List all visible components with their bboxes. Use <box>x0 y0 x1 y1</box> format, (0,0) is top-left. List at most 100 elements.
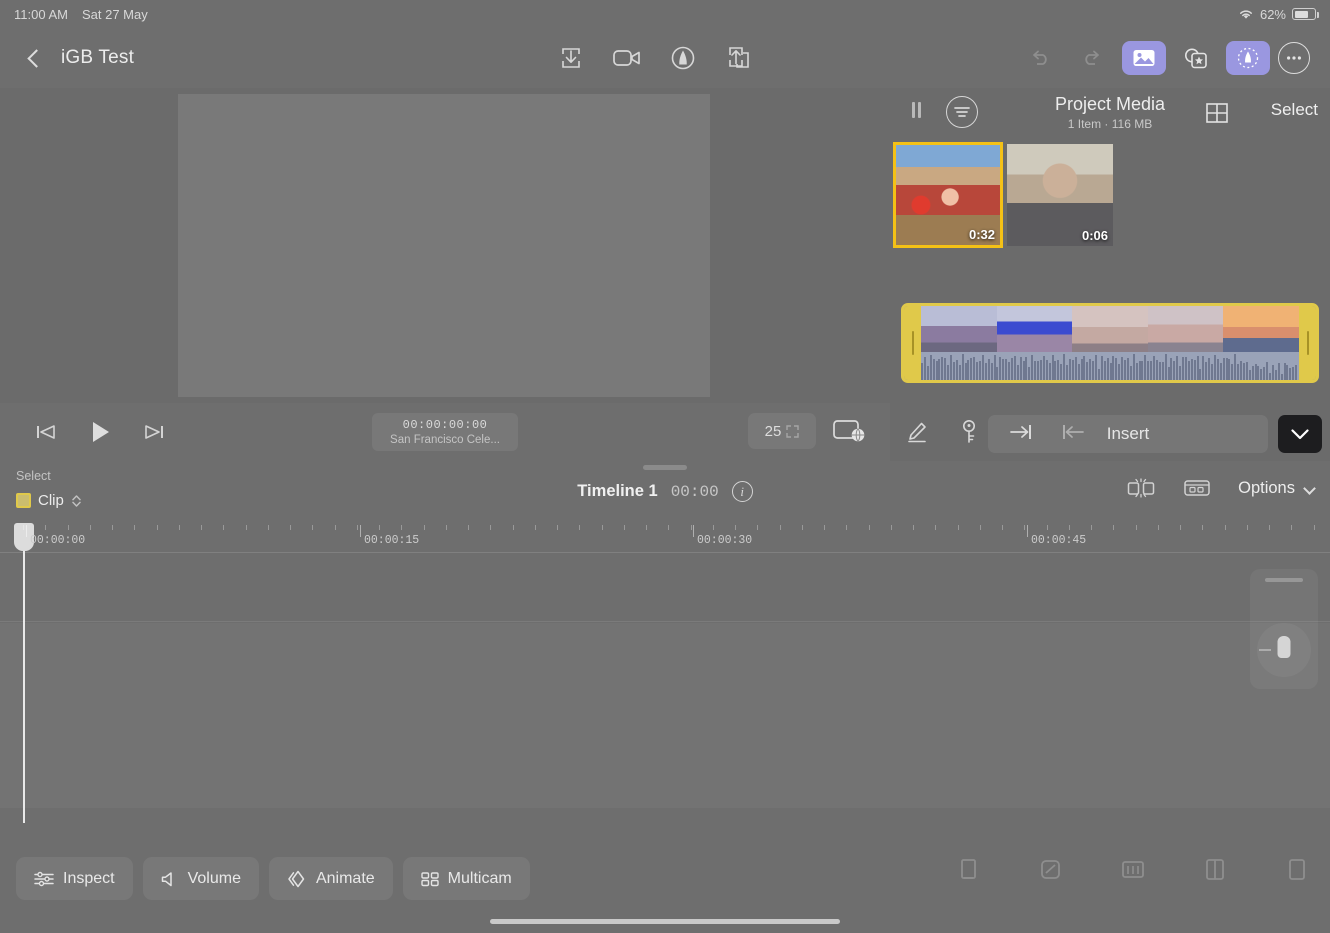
info-circle-icon[interactable]: i <box>731 481 753 502</box>
color-wheel-icon[interactable] <box>1038 857 1064 883</box>
battery-icon <box>1292 8 1319 20</box>
status-bar-right: 62% <box>1238 7 1319 22</box>
waveform-bar <box>1271 364 1274 380</box>
final-cut-pro-ipad-window: 11:00 AM Sat 27 May 62% iGB Test 00:00:0… <box>0 0 1330 933</box>
crop-icon[interactable] <box>956 857 982 883</box>
waveform-bar <box>1274 369 1277 380</box>
animate-button[interactable]: Animate <box>268 857 393 900</box>
clip-trim-handle-left[interactable] <box>904 306 921 380</box>
waveform-bar <box>1071 359 1074 380</box>
drag-handle-icon[interactable] <box>1265 578 1303 582</box>
media-panel-subtitle: 1 Item · 116 MB <box>1067 117 1153 131</box>
edit-pencil-icon[interactable] <box>902 417 932 447</box>
compound-clip-icon[interactable] <box>1182 477 1212 499</box>
ruler-tick <box>824 525 825 530</box>
media-select-button[interactable]: Select <box>1271 100 1318 120</box>
timeline-lane-main[interactable] <box>0 623 1330 808</box>
waveform-bar <box>1005 358 1008 380</box>
ruler-tick <box>68 525 69 530</box>
play-icon[interactable] <box>86 418 114 446</box>
grid-view-icon[interactable] <box>1204 100 1230 126</box>
ruler-tick <box>1113 525 1114 530</box>
options-button[interactable]: Options <box>1238 479 1316 498</box>
keyframe-key-icon[interactable] <box>954 417 984 447</box>
titles-icon[interactable] <box>1120 857 1146 883</box>
display-options-icon[interactable] <box>830 415 868 445</box>
zoom-fit-icon[interactable] <box>786 424 800 438</box>
status-time: 11:00 AM <box>14 6 68 22</box>
volume-button[interactable]: Volume <box>142 857 259 900</box>
waveform-bar <box>932 359 935 380</box>
ruler-tick <box>802 525 803 530</box>
waveform-bar <box>1121 356 1124 380</box>
voiceover-icon[interactable] <box>667 42 699 74</box>
waveform-bar <box>1242 362 1245 380</box>
floating-tool-panel[interactable] <box>1250 569 1318 689</box>
ruler-tick <box>1291 525 1292 530</box>
waveform-bar <box>1060 364 1063 380</box>
ruler-tick <box>157 525 158 530</box>
waveform-bar <box>1144 355 1147 380</box>
waveform-bar <box>1068 359 1071 380</box>
project-back-group[interactable]: iGB Test <box>0 47 134 69</box>
waveform-bar <box>1193 359 1196 380</box>
media-thumb-person[interactable]: 0:06 <box>1007 144 1113 246</box>
bottom-toolbar: Inspect Volume Animate Multicam <box>0 845 1330 933</box>
insert-dropdown-button[interactable] <box>1278 415 1322 453</box>
ruler-tick <box>1314 525 1315 530</box>
more-options-icon[interactable] <box>1278 42 1310 74</box>
split-screen-icon[interactable] <box>1202 857 1228 883</box>
media-thumb-parade[interactable]: 0:32 <box>893 142 1003 248</box>
waveform-bar <box>1013 356 1016 380</box>
waveform-bar <box>1260 369 1263 380</box>
ruler-tick <box>357 525 358 530</box>
waveform-bar <box>1019 356 1022 380</box>
waveform-bar <box>1095 355 1097 380</box>
dial-knob-icon[interactable] <box>1257 623 1311 677</box>
share-export-icon[interactable] <box>723 42 755 74</box>
viewer-zoom-control[interactable]: 25 <box>748 413 816 449</box>
undo-icon[interactable] <box>1018 41 1062 75</box>
ruler-tick <box>401 525 402 530</box>
page-icon[interactable] <box>1284 857 1310 883</box>
waveform-bar <box>1045 359 1048 380</box>
import-media-icon[interactable] <box>555 42 587 74</box>
multicam-button[interactable]: Multicam <box>402 857 530 900</box>
media-panel-title-block: Project Media 1 Item · 116 MB <box>890 94 1330 131</box>
timeline-lane-upper[interactable] <box>0 553 1330 622</box>
enhance-light-icon[interactable] <box>1226 41 1270 75</box>
ruler-tick <box>468 525 469 530</box>
waveform-bar <box>1025 357 1028 380</box>
clip-preview-strip[interactable] <box>901 303 1319 383</box>
ruler-label: 00:00:45 <box>1031 534 1087 547</box>
waveform-bar <box>1199 368 1202 380</box>
panel-resize-grabber[interactable] <box>643 465 687 470</box>
effects-browser-icon[interactable] <box>1174 41 1218 75</box>
waveform-bar <box>1077 363 1080 380</box>
waveform-bar <box>1106 358 1109 380</box>
timeline-body[interactable] <box>0 553 1330 845</box>
insert-button[interactable]: Insert <box>988 415 1268 453</box>
chevron-left-icon[interactable] <box>27 48 46 68</box>
transition-split-icon[interactable] <box>1126 477 1156 499</box>
media-thumb-person-duration: 0:06 <box>1081 228 1108 243</box>
diamond-icon <box>287 870 307 888</box>
ruler-tick <box>780 525 781 530</box>
inspect-button[interactable]: Inspect <box>16 857 133 900</box>
clip-trim-handle-right[interactable] <box>1299 306 1316 380</box>
skip-back-icon[interactable] <box>32 418 60 446</box>
timeline-ruler[interactable]: 00:00:00 00:00:15 00:00:30 00:00:45 <box>0 523 1330 823</box>
inspect-label: Inspect <box>63 869 115 887</box>
ruler-label: 00:00:00 <box>30 534 86 547</box>
viewer-timecode-box[interactable]: 00:00:00:00 San Francisco Cele... <box>372 413 518 451</box>
redo-icon[interactable] <box>1070 41 1114 75</box>
ruler-tick <box>1269 525 1270 530</box>
viewer-canvas[interactable] <box>178 94 710 397</box>
waveform-bar <box>1037 361 1039 380</box>
media-browser-icon[interactable] <box>1122 41 1166 75</box>
record-video-icon[interactable] <box>611 42 643 74</box>
waveform-bar <box>1257 365 1260 380</box>
waveform-bar <box>1196 355 1199 380</box>
skip-forward-icon[interactable] <box>140 418 168 446</box>
waveform-bar <box>1213 355 1216 380</box>
